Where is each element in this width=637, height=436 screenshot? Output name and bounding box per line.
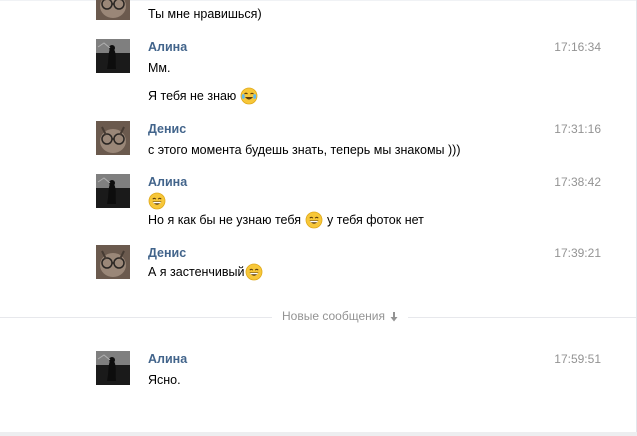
message-emoji-line (148, 192, 166, 210)
grinning-face-icon (245, 263, 263, 281)
new-messages-text: Новые сообщения (282, 309, 385, 323)
timestamp[interactable]: 17:59:51 (554, 352, 601, 366)
timestamp[interactable]: 17:16:34 (554, 40, 601, 54)
avatar-denis[interactable] (96, 0, 130, 20)
avatar-alina[interactable] (96, 351, 130, 385)
avatar-alina[interactable] (96, 39, 130, 73)
avatar-denis[interactable] (96, 121, 130, 155)
author-name[interactable]: Денис (148, 246, 186, 260)
timestamp[interactable]: 17:31:16 (554, 122, 601, 136)
avatar-denis[interactable] (96, 245, 130, 279)
message-text: А я застенчивый (148, 263, 263, 281)
message-line: Ты мне нравишься) (148, 7, 262, 21)
message-text: Ты мне нравишься) (148, 7, 262, 21)
author-name[interactable]: Денис (148, 122, 186, 136)
message-line: Но я как бы не узнаю тебя (148, 213, 302, 227)
avatar-alina[interactable] (96, 174, 130, 208)
grinning-face-icon (148, 192, 166, 210)
message-text: Но я как бы не узнаю тебя у тебя фоток н… (148, 211, 424, 229)
new-messages-label[interactable]: Новые сообщения (272, 309, 408, 323)
author-name[interactable]: Алина (148, 175, 187, 189)
grinning-face-icon (305, 211, 323, 229)
message-line: Я тебя не знаю (148, 89, 237, 103)
face-with-tears-of-joy-icon (240, 87, 258, 105)
timestamp[interactable]: 17:39:21 (554, 246, 601, 260)
message-text: с этого момента будешь знать, теперь мы … (148, 143, 460, 157)
message-text: Я тебя не знаю (148, 87, 258, 105)
author-name[interactable]: Алина (148, 40, 187, 54)
message-text: Мм. (148, 61, 170, 75)
arrow-down-icon (390, 311, 398, 322)
timestamp[interactable]: 17:38:42 (554, 175, 601, 189)
message-line: А я застенчивый (148, 265, 245, 279)
author-name[interactable]: Алина (148, 352, 187, 366)
message-line: Мм. (148, 61, 171, 75)
message-text: Ясно. (148, 373, 181, 387)
message-line: с этого момента будешь знать, теперь мы … (148, 143, 461, 157)
message-line: Ясно. (148, 373, 181, 387)
message-line: у тебя фоток нет (327, 213, 424, 227)
bottom-border (0, 432, 637, 436)
